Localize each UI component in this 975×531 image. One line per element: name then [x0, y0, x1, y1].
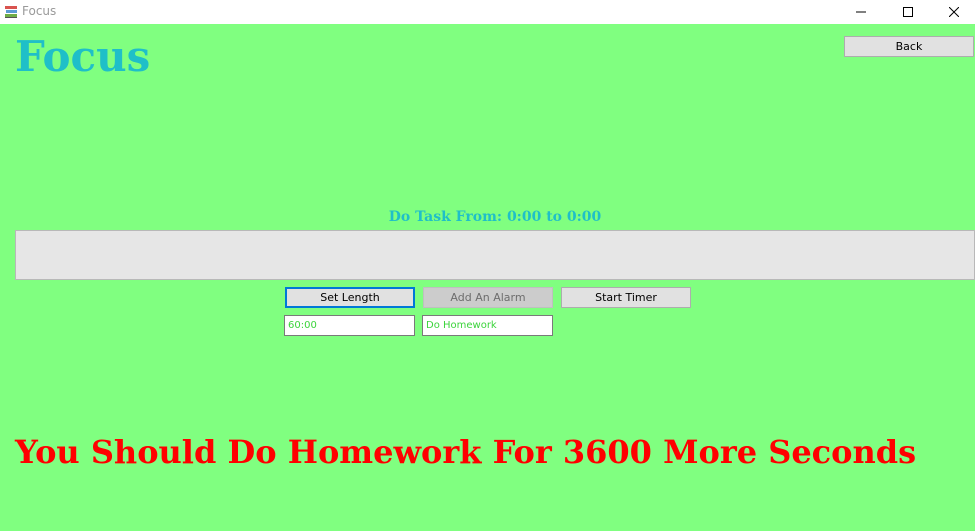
back-button[interactable]: Back — [844, 36, 974, 57]
close-icon — [949, 7, 959, 17]
page-title: Focus — [15, 32, 151, 81]
maximize-button[interactable] — [885, 0, 931, 24]
window-titlebar: Focus — [0, 0, 975, 24]
start-timer-button[interactable]: Start Timer — [561, 287, 691, 308]
length-input[interactable] — [284, 315, 415, 336]
minimize-button[interactable] — [838, 0, 884, 24]
remaining-time-message: You Should Do Homework For 3600 More Sec… — [15, 433, 917, 471]
task-display-box — [15, 230, 975, 280]
task-range-label: Do Task From: 0:00 to 0:00 — [388, 209, 602, 225]
minimize-icon — [856, 11, 866, 13]
maximize-icon — [903, 7, 913, 17]
set-length-button[interactable]: Set Length — [285, 287, 415, 308]
task-input[interactable] — [422, 315, 553, 336]
add-alarm-button[interactable]: Add An Alarm — [423, 287, 553, 308]
close-button[interactable] — [931, 0, 975, 24]
window-title: Focus — [22, 4, 57, 18]
books-icon — [5, 6, 17, 18]
